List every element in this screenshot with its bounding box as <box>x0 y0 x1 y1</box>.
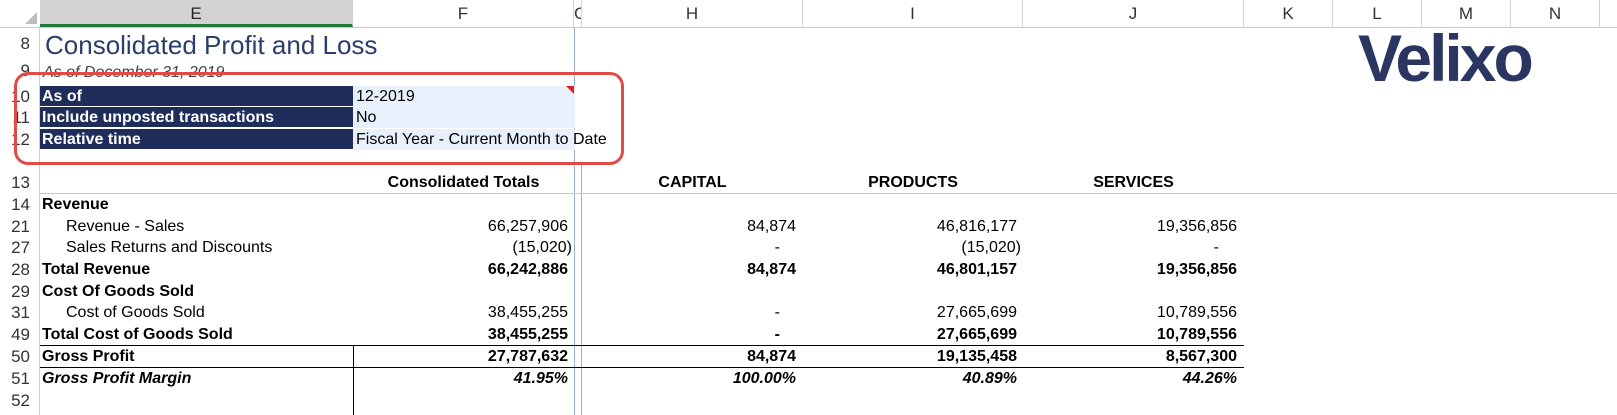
row-label-total-revenue: Total Revenue <box>42 261 151 278</box>
row-header-14[interactable]: 14 <box>0 194 40 215</box>
column-header-k[interactable]: K <box>1244 0 1333 27</box>
cell-gpm-capital: 100.00% <box>732 370 796 387</box>
cell-total-cogs-capital: - <box>774 326 780 343</box>
cell-gross-profit-capital: 84,874 <box>747 348 796 365</box>
row-label-cogs: Cost of Goods Sold <box>66 304 205 321</box>
cell-gross-profit-products: 19,135,458 <box>936 348 1017 365</box>
column-header-g[interactable]: G <box>574 0 582 27</box>
velixo-logo: Velixo <box>1358 21 1534 95</box>
row-header-13[interactable]: 13 <box>0 172 40 193</box>
cell-revenue-sales-consolidated: 66,257,906 <box>487 218 568 235</box>
cell-total-cogs-consolidated: 38,455,255 <box>487 326 568 343</box>
row-label-revenue: Revenue <box>42 196 109 213</box>
cell-cogs-capital: - <box>774 304 780 321</box>
cell-total-revenue-services: 19,356,856 <box>1156 261 1237 278</box>
row-header-27[interactable]: 27 <box>0 237 40 258</box>
row-header-31[interactable]: 31 <box>0 302 40 323</box>
cell-gross-profit-consolidated: 27,787,632 <box>487 348 568 365</box>
row-header-21[interactable]: 21 <box>0 216 40 237</box>
cell-total-revenue-products: 46,801,157 <box>936 261 1017 278</box>
header-services: SERVICES <box>1093 174 1174 191</box>
cell-sales-returns-services: - <box>1213 239 1219 256</box>
gross-profit-top-border <box>40 345 1244 346</box>
row-label-sales-returns: Sales Returns and Discounts <box>66 239 273 256</box>
column-header-i[interactable]: I <box>803 0 1023 27</box>
cell-gpm-products: 40.89% <box>962 370 1017 387</box>
row-header-28[interactable]: 28 <box>0 259 40 280</box>
cell-gpm-services: 44.26% <box>1182 370 1237 387</box>
header-underline <box>40 193 1617 194</box>
cell-revenue-sales-capital: 84,874 <box>747 218 796 235</box>
cell-cogs-services: 10,789,556 <box>1156 304 1237 321</box>
cell-revenue-sales-products: 46,816,177 <box>936 218 1017 235</box>
header-capital: CAPITAL <box>658 174 727 191</box>
cell-cogs-consolidated: 38,455,255 <box>487 304 568 321</box>
cell-gross-profit-services: 8,567,300 <box>1165 348 1237 365</box>
row-label-total-cogs: Total Cost of Goods Sold <box>42 326 233 343</box>
row-header-49[interactable]: 49 <box>0 324 40 345</box>
gross-profit-bottom-border <box>40 367 1244 368</box>
row-header-8[interactable]: 8 <box>0 34 40 56</box>
header-products: PRODUCTS <box>868 174 958 191</box>
cell-cogs-products: 27,665,699 <box>936 304 1017 321</box>
column-header-h[interactable]: H <box>582 0 803 27</box>
cell-sales-returns-capital: - <box>774 239 780 256</box>
cell-sales-returns-products: (15,020) <box>961 239 1021 256</box>
column-header-j[interactable]: J <box>1023 0 1244 27</box>
select-all-corner[interactable] <box>0 0 41 27</box>
row-header-29[interactable]: 29 <box>0 281 40 302</box>
row-header-52[interactable]: 52 <box>0 390 40 411</box>
parameters-highlight-box <box>14 72 624 165</box>
row-header-50[interactable]: 50 <box>0 346 40 367</box>
header-consolidated-totals: Consolidated Totals <box>387 174 540 191</box>
report-title: Consolidated Profit and Loss <box>45 30 378 60</box>
row-label-cogs-section: Cost Of Goods Sold <box>42 283 194 300</box>
cell-sales-returns-consolidated: (15,020) <box>512 239 572 256</box>
cell-total-cogs-services: 10,789,556 <box>1156 326 1237 343</box>
cell-total-cogs-products: 27,665,699 <box>936 326 1017 343</box>
cell-revenue-sales-services: 19,356,856 <box>1156 218 1237 235</box>
row-label-revenue-sales: Revenue - Sales <box>66 218 185 235</box>
cell-total-revenue-capital: 84,874 <box>747 261 796 278</box>
row-label-gross-profit: Gross Profit <box>42 348 135 365</box>
row-label-gross-profit-margin: Gross Profit Margin <box>42 370 192 387</box>
column-header-f[interactable]: F <box>353 0 574 27</box>
row-header-51[interactable]: 51 <box>0 368 40 389</box>
column-header-e[interactable]: E <box>40 0 353 27</box>
cell-gpm-consolidated: 41.95% <box>513 370 568 387</box>
cell-total-revenue-consolidated: 66,242,886 <box>487 261 568 278</box>
